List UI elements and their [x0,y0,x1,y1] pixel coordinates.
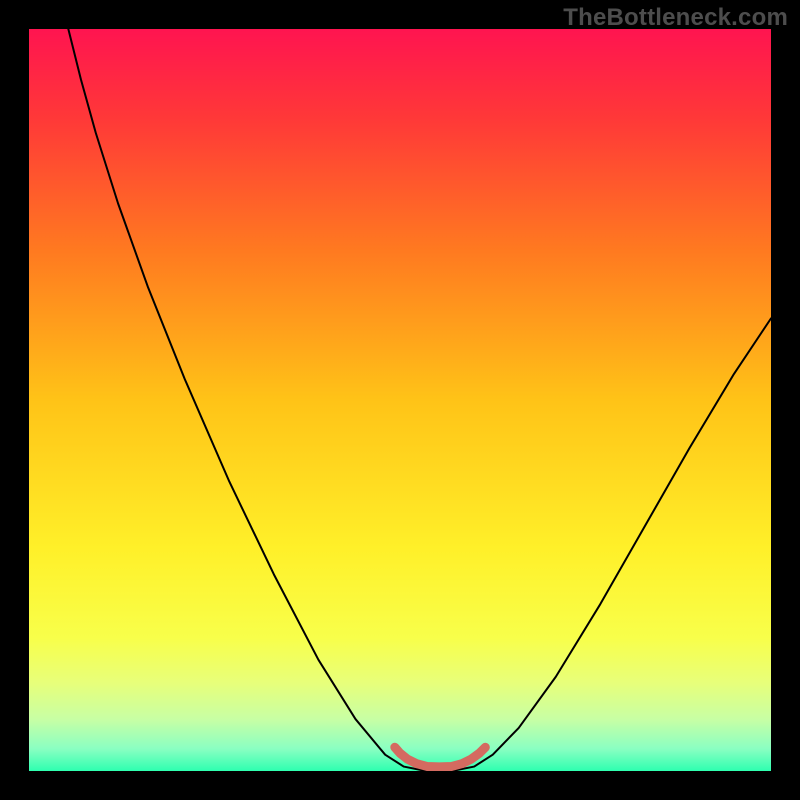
plot-area [29,29,771,771]
gradient-background [29,29,771,771]
chart-svg [29,29,771,771]
chart-frame: TheBottleneck.com [0,0,800,800]
watermark-text: TheBottleneck.com [563,4,788,32]
